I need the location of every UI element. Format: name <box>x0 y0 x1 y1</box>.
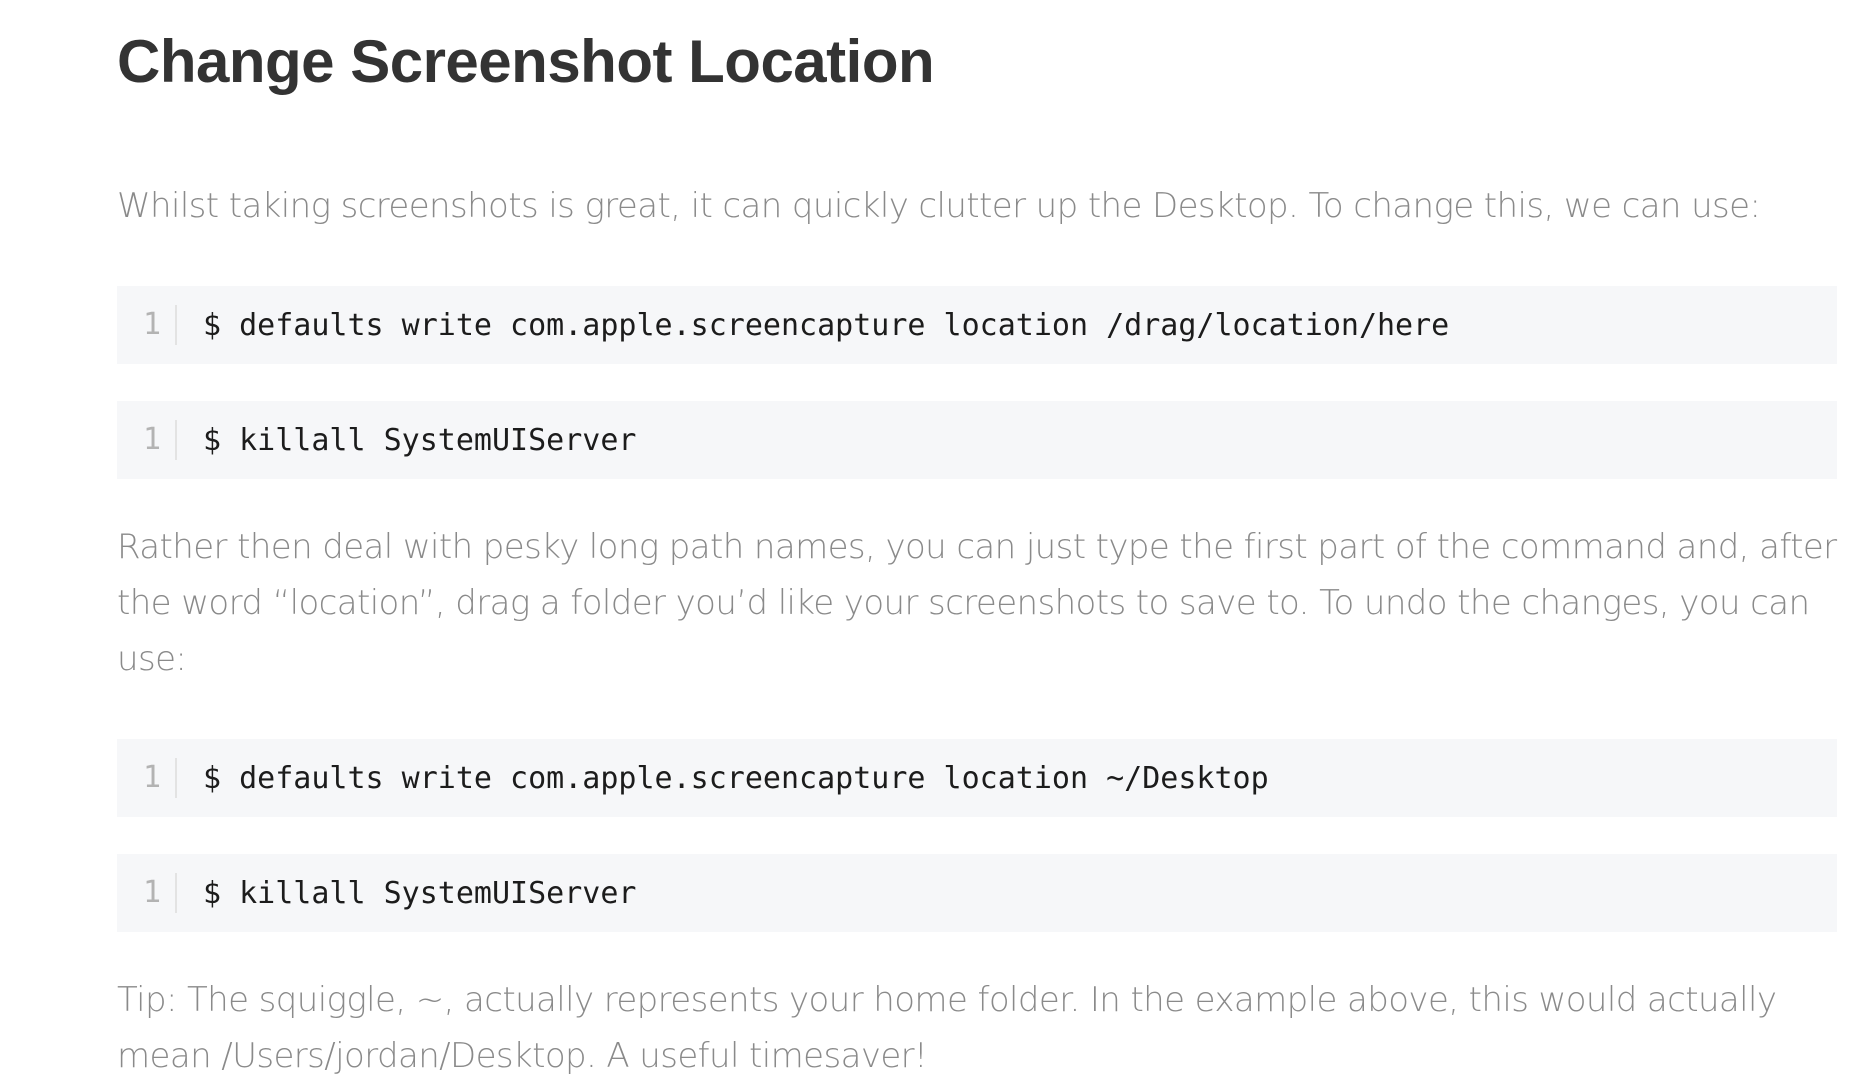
line-number: 1 <box>117 873 177 913</box>
article: Change Screenshot Location Whilst taking… <box>117 0 1837 1084</box>
intro-paragraph: Whilst taking screenshots is great, it c… <box>117 186 1761 226</box>
code-block[interactable]: 1 $ killall SystemUIServer <box>117 854 1837 932</box>
code-command[interactable]: $ killall SystemUIServer <box>177 423 636 458</box>
page-title: Change Screenshot Location <box>117 28 935 95</box>
code-block[interactable]: 1 $ defaults write com.apple.screencaptu… <box>117 286 1837 364</box>
code-command[interactable]: $ defaults write com.apple.screencapture… <box>177 308 1449 343</box>
code-block[interactable]: 1 $ killall SystemUIServer <box>117 401 1837 479</box>
code-command[interactable]: $ defaults write com.apple.screencapture… <box>177 761 1269 796</box>
middle-paragraph: Rather then deal with pesky long path na… <box>117 527 1837 679</box>
code-block[interactable]: 1 $ defaults write com.apple.screencaptu… <box>117 739 1837 817</box>
line-number: 1 <box>117 420 177 460</box>
tip-paragraph: Tip: The squiggle, ~, actually represent… <box>117 980 1777 1076</box>
line-number: 1 <box>117 758 177 798</box>
line-number: 1 <box>117 305 177 345</box>
code-command[interactable]: $ killall SystemUIServer <box>177 876 636 911</box>
